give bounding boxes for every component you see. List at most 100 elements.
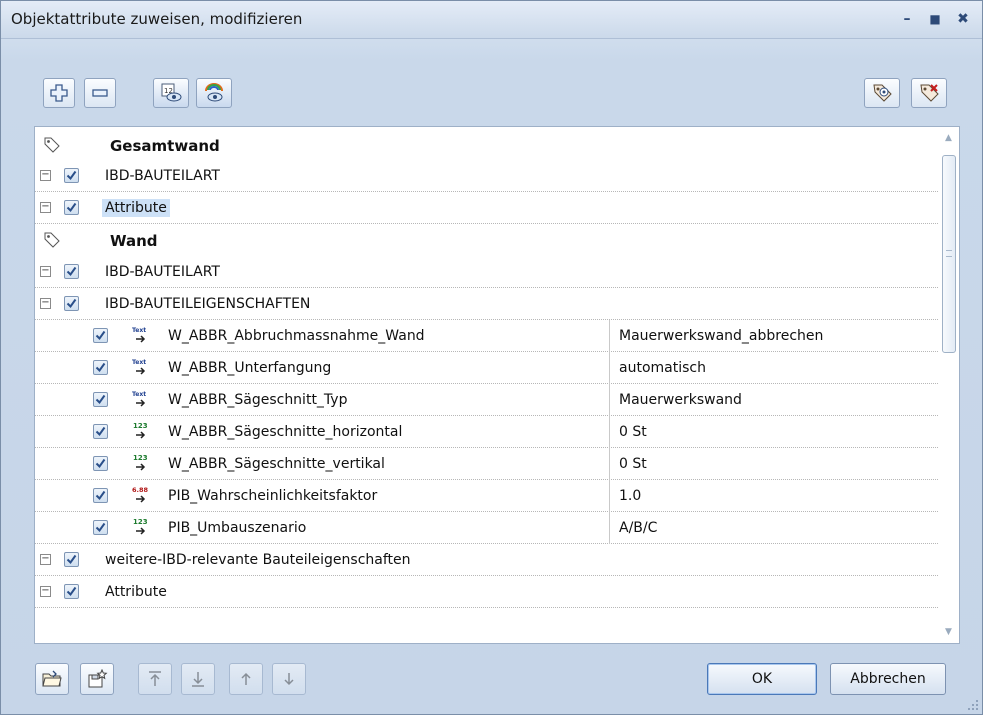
expander-toggle[interactable]: −	[40, 586, 51, 597]
move-up-icon	[236, 669, 256, 689]
expander-toggle[interactable]: −	[40, 202, 51, 213]
svg-text:123: 123	[133, 422, 148, 430]
attribute-row[interactable]: 123 W_ABBR_Sägeschnitte_horizontal 0 St	[35, 416, 938, 448]
tree-item[interactable]: − Attribute	[35, 576, 938, 608]
scroll-thumb[interactable]	[942, 155, 956, 353]
save-favorite-button[interactable]	[80, 663, 114, 695]
tag-icon	[43, 231, 61, 249]
move-bottom-icon	[188, 669, 208, 689]
tag-icon	[43, 136, 61, 154]
expander-toggle[interactable]: −	[40, 554, 51, 565]
item-label: Attribute	[105, 583, 167, 600]
tree-item[interactable]: − IBD-BAUTEILART	[35, 160, 938, 192]
item-checkbox[interactable]	[64, 552, 79, 567]
add-favorite-button[interactable]	[864, 78, 900, 108]
remove-favorite-button[interactable]	[911, 78, 947, 108]
attribute-name: PIB_Wahrscheinlichkeitsfaktor	[168, 487, 378, 504]
attribute-name: PIB_Umbauszenario	[168, 519, 307, 536]
save-favorite-icon	[86, 669, 108, 689]
attribute-name: W_ABBR_Unterfangung	[168, 359, 332, 376]
attribute-value[interactable]: 1.0	[619, 488, 641, 504]
group-label: Wand	[110, 232, 158, 250]
move-up-button[interactable]	[229, 663, 263, 695]
remove-favorite-icon	[918, 82, 940, 104]
column-divider	[609, 352, 610, 384]
collapse-all-button[interactable]	[84, 78, 116, 108]
attribute-checkbox[interactable]	[93, 488, 108, 503]
svg-text:Text: Text	[132, 359, 146, 366]
attribute-value[interactable]: A/B/C	[619, 520, 657, 536]
integer-type-icon: 123	[131, 452, 149, 474]
move-down-icon	[279, 669, 299, 689]
show-numbered-icon: 12	[160, 82, 182, 104]
expander-toggle[interactable]: −	[40, 298, 51, 309]
ok-button[interactable]: OK	[707, 663, 817, 695]
text-type-icon: Text	[131, 356, 149, 378]
attribute-checkbox[interactable]	[93, 520, 108, 535]
item-checkbox[interactable]	[64, 264, 79, 279]
attribute-value[interactable]: Mauerwerkswand	[619, 392, 742, 408]
attribute-checkbox[interactable]	[93, 392, 108, 407]
expander-toggle[interactable]: −	[40, 170, 51, 181]
grip-icon	[946, 250, 952, 257]
group-label: Gesamtwand	[110, 137, 220, 155]
integer-type-icon: 123	[131, 420, 149, 442]
item-checkbox[interactable]	[64, 584, 79, 599]
column-divider	[609, 320, 610, 352]
column-divider	[609, 480, 610, 512]
maximize-button[interactable]: ■	[925, 9, 945, 29]
item-checkbox[interactable]	[64, 168, 79, 183]
expand-all-button[interactable]	[43, 78, 75, 108]
svg-text:6.88: 6.88	[132, 486, 149, 494]
item-checkbox[interactable]	[64, 200, 79, 215]
attribute-row[interactable]: Text W_ABBR_Sägeschnitt_Typ Mauerwerkswa…	[35, 384, 938, 416]
tree-item[interactable]: − IBD-BAUTEILEIGENSCHAFTEN	[35, 288, 938, 320]
minimize-button[interactable]: –	[897, 9, 917, 29]
scroll-up-icon[interactable]: ▲	[945, 133, 952, 143]
show-visible-button[interactable]	[196, 78, 232, 108]
attribute-name: W_ABBR_Abbruchmassnahme_Wand	[168, 327, 425, 344]
attribute-row[interactable]: 123 PIB_Umbauszenario A/B/C	[35, 512, 938, 544]
attribute-row[interactable]: Text W_ABBR_Abbruchmassnahme_Wand Mauerw…	[35, 320, 938, 352]
move-top-icon	[145, 669, 165, 689]
attribute-tree[interactable]: Gesamtwand − IBD-BAUTEILART − Attribute …	[34, 126, 960, 644]
tree-item[interactable]: − Attribute	[35, 192, 938, 224]
move-down-button[interactable]	[272, 663, 306, 695]
close-button[interactable]: ✖	[953, 9, 973, 29]
expander-toggle[interactable]: −	[40, 266, 51, 277]
group-header[interactable]: Wand	[35, 225, 938, 257]
group-header[interactable]: Gesamtwand	[35, 130, 938, 162]
attribute-name: W_ABBR_Sägeschnitt_Typ	[168, 391, 348, 408]
text-type-icon: Text	[131, 324, 149, 346]
attribute-checkbox[interactable]	[93, 360, 108, 375]
column-divider	[609, 384, 610, 416]
move-top-button[interactable]	[138, 663, 172, 695]
column-divider	[609, 416, 610, 448]
attribute-value[interactable]: automatisch	[619, 360, 706, 376]
open-favorite-button[interactable]	[35, 663, 69, 695]
vertical-scrollbar[interactable]: ▲ ▼	[939, 127, 959, 643]
tree-item[interactable]: − weitere-IBD-relevante Bauteileigenscha…	[35, 544, 938, 576]
attribute-checkbox[interactable]	[93, 328, 108, 343]
attribute-checkbox[interactable]	[93, 456, 108, 471]
cancel-button[interactable]: Abbrechen	[830, 663, 946, 695]
attribute-checkbox[interactable]	[93, 424, 108, 439]
integer-type-icon: 123	[131, 516, 149, 538]
column-divider	[609, 448, 610, 480]
attribute-row[interactable]: 123 W_ABBR_Sägeschnitte_vertikal 0 St	[35, 448, 938, 480]
attribute-row[interactable]: Text W_ABBR_Unterfangung automatisch	[35, 352, 938, 384]
title-bar[interactable]: Objektattribute zuweisen, modifizieren –…	[1, 1, 982, 39]
item-label: IBD-BAUTEILART	[105, 263, 220, 280]
resize-grip-icon[interactable]	[967, 699, 979, 711]
attribute-row[interactable]: 6.88 PIB_Wahrscheinlichkeitsfaktor 1.0	[35, 480, 938, 512]
attribute-value[interactable]: Mauerwerkswand_abbrechen	[619, 328, 823, 344]
scroll-down-icon[interactable]: ▼	[945, 627, 952, 637]
attribute-value[interactable]: 0 St	[619, 424, 647, 440]
item-label: weitere-IBD-relevante Bauteileigenschaft…	[105, 551, 411, 568]
tree-item[interactable]: − IBD-BAUTEILART	[35, 256, 938, 288]
item-checkbox[interactable]	[64, 296, 79, 311]
attribute-value[interactable]: 0 St	[619, 456, 647, 472]
show-numbered-button[interactable]: 12	[153, 78, 189, 108]
text-type-icon: Text	[131, 388, 149, 410]
move-bottom-button[interactable]	[181, 663, 215, 695]
